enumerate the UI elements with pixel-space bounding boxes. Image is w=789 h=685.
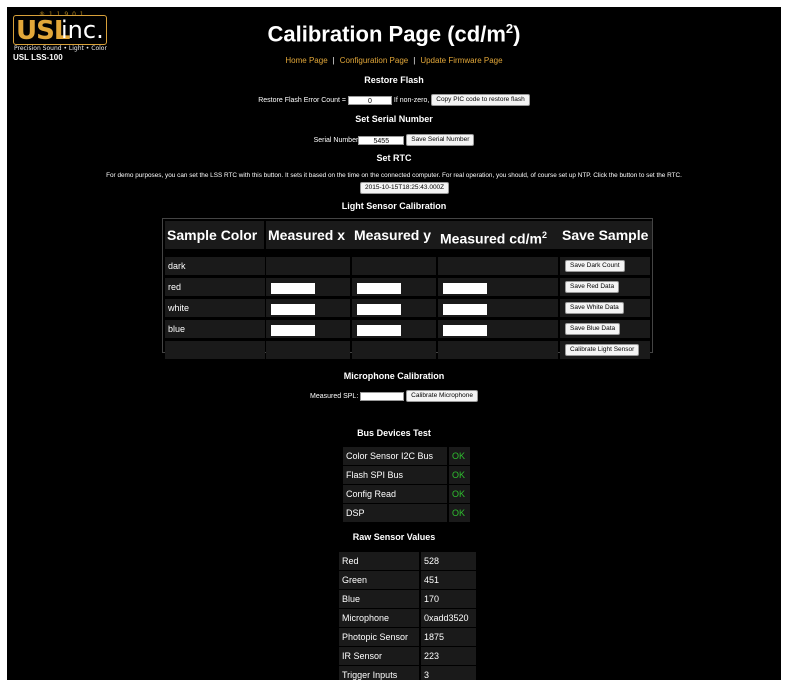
raw-sensor-heading: Raw Sensor Values bbox=[352, 532, 436, 542]
empty-cell bbox=[352, 257, 436, 275]
calibrate-light-sensor-button[interactable]: Calibrate Light Sensor bbox=[565, 344, 640, 356]
save-blue-data-button[interactable]: Save Blue Data bbox=[565, 323, 621, 335]
page-frame: ® 1 1 9 0 1 USL inc. Precision Sound • L… bbox=[7, 7, 781, 680]
blue-measured-cd-input[interactable] bbox=[443, 325, 487, 336]
bus-device-name: DSP bbox=[343, 504, 447, 522]
red-measured-y-input[interactable] bbox=[357, 283, 401, 294]
sensor-value: 528 bbox=[421, 552, 476, 570]
sensor-name: Microphone bbox=[339, 609, 419, 627]
red-x-cell bbox=[266, 278, 350, 296]
rtc-description: For demo purposes, you can set the LSS R… bbox=[106, 172, 682, 179]
restore-flash-heading: Restore Flash bbox=[364, 75, 424, 85]
blue-x-cell bbox=[266, 320, 350, 338]
calibration-row-label: blue bbox=[165, 320, 265, 338]
serial-number-heading: Set Serial Number bbox=[355, 114, 433, 124]
copy-pic-code-button[interactable]: Copy PIC code to restore flash bbox=[431, 94, 530, 106]
column-header-measured-x: Measured x bbox=[266, 221, 352, 249]
blue-cd-cell bbox=[438, 320, 558, 338]
empty-cell bbox=[438, 257, 558, 275]
restore-flash-row: Restore Flash Error Count = 0 If non-zer… bbox=[7, 94, 781, 106]
sensor-name: Photopic Sensor bbox=[339, 628, 419, 646]
column-header-sample-color: Sample Color bbox=[165, 221, 264, 249]
bus-device-name: Config Read bbox=[343, 485, 447, 503]
sensor-name: Green bbox=[339, 571, 419, 589]
calibration-row-label: red bbox=[165, 278, 265, 296]
red-measured-x-input[interactable] bbox=[271, 283, 315, 294]
bus-device-name: Color Sensor I2C Bus bbox=[343, 447, 447, 465]
sensor-value: 0xadd3520 bbox=[421, 609, 476, 627]
measured-spl-label: Measured SPL: bbox=[310, 392, 359, 400]
blue-measured-y-input[interactable] bbox=[357, 325, 401, 336]
blue-y-cell bbox=[352, 320, 436, 338]
save-dark-count-button[interactable]: Save Dark Count bbox=[565, 260, 625, 272]
light-calibration-heading: Light Sensor Calibration bbox=[341, 201, 447, 211]
rtc-heading: Set RTC bbox=[376, 153, 412, 163]
white-measured-y-input[interactable] bbox=[357, 304, 401, 315]
sensor-name: IR Sensor bbox=[339, 647, 419, 665]
sensor-value: 451 bbox=[421, 571, 476, 589]
restore-flash-error-label: Restore Flash Error Count = bbox=[258, 96, 346, 104]
calibration-row-label: dark bbox=[165, 257, 265, 275]
sensor-value: 3 bbox=[421, 666, 476, 680]
nav-config-link[interactable]: Configuration Page bbox=[340, 56, 409, 65]
white-measured-cd-input[interactable] bbox=[443, 304, 487, 315]
bus-devices-heading: Bus Devices Test bbox=[357, 428, 431, 438]
empty-cell bbox=[266, 257, 350, 275]
save-cell: Save White Data bbox=[560, 299, 650, 317]
save-serial-number-button[interactable]: Save Serial Number bbox=[406, 134, 475, 146]
bus-device-status: OK bbox=[449, 504, 470, 522]
nav-firmware-link[interactable]: Update Firmware Page bbox=[420, 56, 502, 65]
calibrate-microphone-button[interactable]: Calibrate Microphone bbox=[406, 390, 478, 402]
save-cell: Save Blue Data bbox=[560, 320, 650, 338]
red-y-cell bbox=[352, 278, 436, 296]
bus-device-status: OK bbox=[449, 466, 470, 484]
sensor-name: Trigger Inputs bbox=[339, 666, 419, 680]
white-x-cell bbox=[266, 299, 350, 317]
page-title: Calibration Page (cd/m2) bbox=[267, 21, 521, 47]
empty-cell bbox=[352, 341, 436, 359]
sensor-name: Red bbox=[339, 552, 419, 570]
sensor-value: 170 bbox=[421, 590, 476, 608]
sensor-value: 223 bbox=[421, 647, 476, 665]
bus-device-status: OK bbox=[449, 447, 470, 465]
red-measured-cd-input[interactable] bbox=[443, 283, 487, 294]
serial-number-row: Serial Number 5455 Save Serial Number bbox=[7, 134, 781, 146]
microphone-calibration-heading: Microphone Calibration bbox=[343, 371, 445, 381]
save-red-data-button[interactable]: Save Red Data bbox=[565, 281, 620, 293]
measured-spl-input[interactable] bbox=[360, 391, 405, 401]
save-cell: Save Red Data bbox=[560, 278, 650, 296]
blue-measured-x-input[interactable] bbox=[271, 325, 315, 336]
red-cd-cell bbox=[438, 278, 558, 296]
light-calibration-table: Sample Color Measured x Measured y Measu… bbox=[162, 218, 653, 359]
column-header-measured-cd: Measured cd/m2 bbox=[438, 221, 560, 249]
serial-number-label: Serial Number bbox=[313, 136, 359, 144]
white-cd-cell bbox=[438, 299, 558, 317]
column-header-save-sample: Save Sample bbox=[560, 221, 652, 249]
save-cell: Save Dark Count bbox=[560, 257, 650, 275]
microphone-row: Measured SPL: Calibrate Microphone bbox=[7, 390, 781, 402]
restore-flash-error-input[interactable]: 0 bbox=[347, 95, 392, 105]
sensor-value: 1875 bbox=[421, 628, 476, 646]
nav-home-link[interactable]: Home Page bbox=[285, 56, 327, 65]
white-y-cell bbox=[352, 299, 436, 317]
white-measured-x-input[interactable] bbox=[271, 304, 315, 315]
bus-device-status: OK bbox=[449, 485, 470, 503]
save-white-data-button[interactable]: Save White Data bbox=[565, 302, 624, 314]
top-nav: Home Page | Configuration Page | Update Firm… bbox=[285, 56, 503, 65]
bus-device-name: Flash SPI Bus bbox=[343, 466, 447, 484]
sensor-name: Blue bbox=[339, 590, 419, 608]
calibration-row-label bbox=[165, 341, 265, 359]
save-cell: Calibrate Light Sensor bbox=[560, 341, 650, 359]
empty-cell bbox=[266, 341, 350, 359]
set-rtc-button[interactable]: 2015-10-15T18:25:43.000Z bbox=[360, 182, 450, 194]
empty-cell bbox=[438, 341, 558, 359]
serial-number-input[interactable]: 5455 bbox=[358, 135, 405, 145]
calibration-row-label: white bbox=[165, 299, 265, 317]
restore-flash-nonzero-label: If non-zero, bbox=[393, 96, 430, 104]
column-header-measured-y: Measured y bbox=[352, 221, 438, 249]
